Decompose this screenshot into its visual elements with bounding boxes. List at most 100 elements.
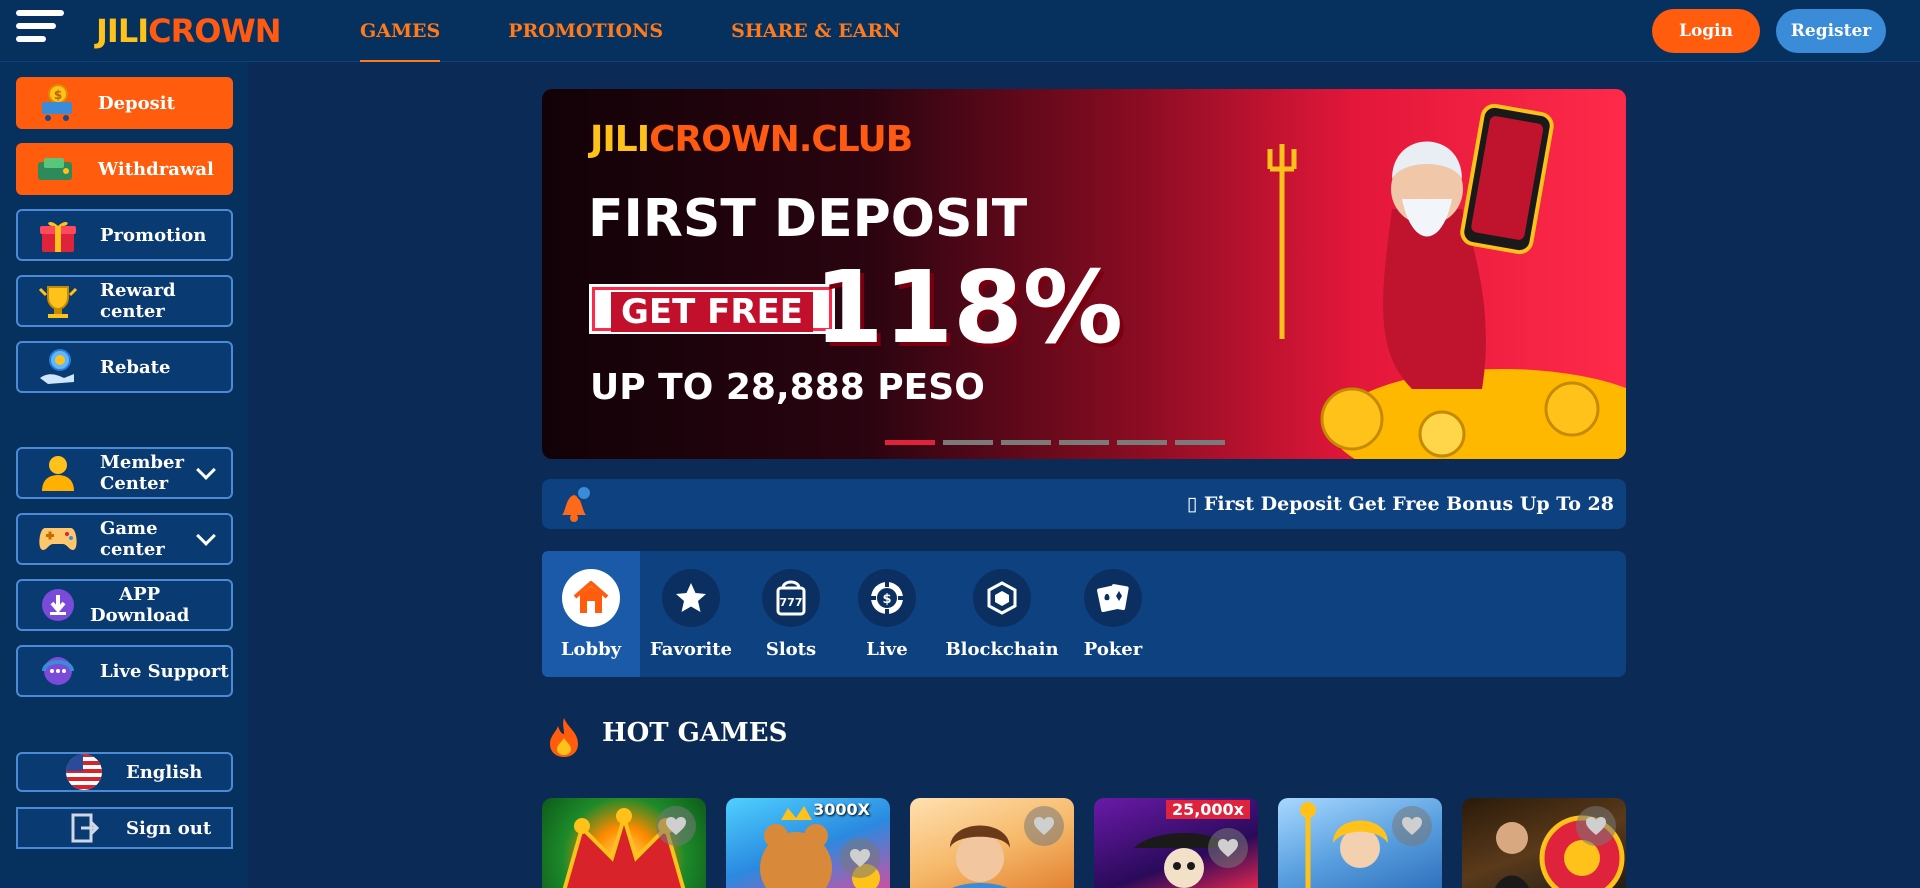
favorite-heart-icon[interactable] (1024, 806, 1064, 846)
blockchain-cube-icon (973, 569, 1031, 627)
app-download-label: APP Download (90, 584, 189, 626)
banner-get-free-text: GET FREE (611, 292, 814, 332)
member-center-button[interactable]: Member Center (16, 447, 233, 499)
nav-promotions[interactable]: PROMOTIONS (508, 0, 663, 62)
tab-favorite[interactable]: Favorite (642, 551, 740, 677)
sign-out-button[interactable]: Sign out (16, 807, 233, 849)
language-label: English (126, 761, 203, 783)
banner-get-free: GET FREE (592, 287, 833, 332)
deposit-button[interactable]: $ Deposit (16, 77, 233, 129)
chevron-down-icon[interactable] (196, 526, 216, 546)
game-card[interactable] (1462, 798, 1626, 888)
reward-center-label: Reward center (100, 280, 176, 322)
game-center-label: Game center (100, 518, 165, 560)
us-flag-icon (62, 752, 106, 792)
tab-lobby[interactable]: Lobby (542, 551, 640, 677)
tab-live[interactable]: $ Live (838, 551, 936, 677)
game-card[interactable]: 3000X (726, 798, 890, 888)
carousel-dots (885, 440, 1225, 445)
withdrawal-label: Withdrawal (98, 158, 214, 180)
category-tabs: Lobby Favorite 777 Slots $ Live Blockcha… (542, 551, 1626, 677)
promo-banner[interactable]: JILICROWN.CLUB FIRST DEPOSIT GET FREE 11… (542, 89, 1626, 459)
tab-blockchain[interactable]: Blockchain (942, 551, 1062, 677)
game-label-line2: center (100, 539, 165, 560)
menu-icon[interactable] (16, 10, 64, 48)
game-card[interactable] (1278, 798, 1442, 888)
rebate-label: Rebate (100, 356, 171, 378)
banner-brand-part1: JILI (590, 119, 650, 160)
banner-brand: JILICROWN.CLUB (590, 119, 913, 160)
game-card[interactable]: 25,000x (1094, 798, 1258, 888)
top-header: JILICROWN GAMES PROMOTIONS SHARE & EARN … (0, 0, 1920, 62)
carousel-dot[interactable] (1059, 440, 1109, 445)
hot-games-title: HOT GAMES (602, 718, 788, 748)
reward-center-button[interactable]: Reward center (16, 275, 233, 327)
favorite-heart-icon[interactable] (656, 806, 696, 846)
carousel-dot[interactable] (1117, 440, 1167, 445)
reward-label-line1: Reward (100, 280, 176, 301)
download-icon (36, 585, 80, 625)
tab-slots[interactable]: 777 Slots (742, 551, 840, 677)
tab-poker-label: Poker (1083, 639, 1143, 660)
live-support-button[interactable]: Live Support (16, 645, 233, 697)
coin-hand-icon (36, 347, 80, 387)
game-card[interactable] (910, 798, 1074, 888)
nav-games[interactable]: GAMES (360, 0, 441, 62)
banner-hero-illustration (1267, 103, 1626, 459)
logo-text-crown: CROWN (148, 12, 281, 50)
login-button[interactable]: Login (1652, 9, 1760, 53)
announcement-ticker[interactable]: ▯ First Deposit Get Free Bonus Up To 28 (542, 479, 1626, 529)
casino-chip-icon: $ (858, 569, 916, 627)
logo-text-jili: JILI (96, 12, 149, 50)
banner-percent: 118% (814, 249, 1123, 366)
live-support-label: Live Support (100, 660, 229, 682)
star-icon (662, 569, 720, 627)
site-logo[interactable]: JILICROWN (96, 12, 282, 50)
sign-out-icon (62, 808, 106, 848)
playing-cards-icon (1084, 569, 1142, 627)
promotion-button[interactable]: Promotion (16, 209, 233, 261)
user-icon (36, 453, 80, 493)
headset-chat-icon (36, 651, 80, 691)
app-download-button[interactable]: APP Download (16, 579, 233, 631)
language-selector[interactable]: English (16, 752, 233, 792)
fire-icon (550, 718, 578, 757)
multiplier-badge: 25,000x (1165, 800, 1250, 819)
carousel-dot[interactable] (943, 440, 993, 445)
tab-blockchain-label: Blockchain (945, 639, 1059, 660)
favorite-heart-icon[interactable] (840, 838, 880, 878)
carousel-dot[interactable] (885, 440, 935, 445)
sign-out-label: Sign out (126, 817, 212, 839)
svg-text:$: $ (882, 592, 891, 607)
withdrawal-button[interactable]: Withdrawal (16, 143, 233, 195)
promotion-label: Promotion (100, 224, 207, 246)
game-center-button[interactable]: Game center (16, 513, 233, 565)
trophy-icon (36, 281, 80, 321)
app-label-line2: Download (90, 605, 190, 626)
rebate-button[interactable]: Rebate (16, 341, 233, 393)
sidebar: $ Deposit Withdrawal Promotion Reward cen… (0, 62, 248, 888)
member-label-line2: Center (100, 473, 169, 494)
bell-icon (562, 485, 592, 522)
favorite-heart-icon[interactable] (1392, 806, 1432, 846)
banner-brand-part2: CROWN.CLUB (649, 119, 913, 160)
chevron-down-icon[interactable] (196, 460, 216, 480)
favorite-heart-icon[interactable] (1208, 828, 1248, 868)
register-button[interactable]: Register (1776, 9, 1886, 53)
gamepad-icon (36, 519, 80, 559)
tab-lobby-label: Lobby (560, 639, 622, 660)
cart-coin-icon: $ (34, 83, 78, 123)
favorite-heart-icon[interactable] (1576, 806, 1616, 846)
game-label-line1: Game (100, 518, 158, 539)
member-center-label: Member Center (100, 452, 184, 494)
game-card[interactable] (542, 798, 706, 888)
nav-share-earn[interactable]: SHARE & EARN (731, 0, 900, 62)
carousel-dot[interactable] (1175, 440, 1225, 445)
carousel-dot[interactable] (1001, 440, 1051, 445)
member-label-line1: Member (100, 452, 184, 473)
home-icon (562, 569, 620, 627)
tab-poker[interactable]: Poker (1064, 551, 1162, 677)
svg-text:$: $ (54, 88, 62, 102)
tab-slots-label: Slots (765, 639, 817, 660)
tab-live-label: Live (866, 639, 908, 660)
